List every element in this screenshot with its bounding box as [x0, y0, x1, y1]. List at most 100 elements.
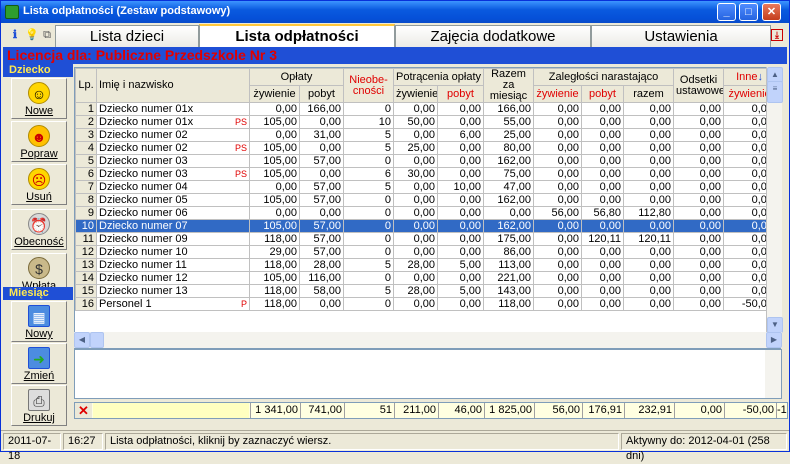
- total-cell: 741,00: [300, 403, 344, 418]
- row-cell: 6,00: [437, 128, 485, 142]
- header-zaleglosci-pobyt[interactable]: pobyt: [581, 85, 625, 103]
- row-cell: 0,00: [623, 102, 675, 116]
- header-lp[interactable]: Lp.: [75, 68, 97, 103]
- row-cell: 0,00: [623, 297, 675, 311]
- row-cell: 0,00: [673, 128, 725, 142]
- lightbulb-icon[interactable]: 💡: [25, 28, 39, 42]
- row-cell: 105,00: [249, 167, 300, 181]
- usun-button[interactable]: ☹ Usuń: [11, 164, 67, 205]
- header-odsetki[interactable]: Odsetki ustawowe: [673, 68, 725, 103]
- row-lp: 7: [75, 180, 97, 194]
- close-button[interactable]: ✕: [762, 3, 781, 21]
- zmien-button[interactable]: ➜ Zmień: [11, 343, 67, 384]
- row-name-text: Dziecko numer 12: [99, 271, 188, 284]
- clear-filter-icon[interactable]: ✕: [75, 403, 92, 418]
- horizontal-scrollbar[interactable]: ◀ ▶: [74, 332, 782, 348]
- row-cell: 0,00: [298, 167, 345, 181]
- row-cell: 0,00: [581, 115, 625, 129]
- nowy-button[interactable]: ▦ Nowy: [11, 301, 67, 342]
- row-name: Dziecko numer 03: [96, 154, 250, 168]
- minimize-button[interactable]: _: [717, 3, 736, 21]
- notes-scrollbar[interactable]: [765, 350, 781, 398]
- table-row[interactable]: 14 Dziecko numer 12 105,00 116,00 0 0,00 0,00 2…: [75, 271, 777, 285]
- row-cell: 0,00: [623, 128, 675, 142]
- pdf-icon[interactable]: ⤓: [771, 29, 783, 41]
- tab-lista-dzieci[interactable]: Lista dzieci: [55, 25, 199, 47]
- row-cell: 0,00: [298, 115, 345, 129]
- row-cell: 50,00: [393, 115, 439, 129]
- table-row[interactable]: 16 Personel 1 P 118,00 0,00 0 0,00 0,00 118,00 0,…: [75, 297, 777, 311]
- row-cell: 166,00: [483, 102, 535, 116]
- status-time: 16:27: [63, 433, 103, 450]
- table-row[interactable]: 8 Dziecko numer 05 105,00 57,00 0 0,00 0,00 162…: [75, 193, 777, 207]
- info-icon[interactable]: ℹ: [9, 28, 21, 42]
- row-cell: 0,00: [249, 128, 300, 142]
- hscroll-thumb[interactable]: [90, 332, 104, 348]
- header-zaleglosci-razem[interactable]: razem: [623, 85, 675, 103]
- copy-icon[interactable]: ⧉: [41, 28, 53, 42]
- scroll-left-icon[interactable]: ◀: [74, 332, 90, 348]
- total-cell: -50,00: [724, 403, 776, 418]
- table-row[interactable]: 4 Dziecko numer 02 PS 105,00 0,00 5 25,00 0,00 8…: [75, 141, 777, 155]
- row-cell: 0,00: [393, 128, 439, 142]
- row-name: Dziecko numer 03 PS: [96, 167, 250, 181]
- filter-field[interactable]: [93, 403, 249, 418]
- table-row[interactable]: 1 Dziecko numer 01x 0,00 166,00 0 0,00 0,00 166…: [75, 102, 777, 116]
- header-oplaty-zywienie[interactable]: żywienie: [249, 85, 300, 103]
- vertical-scrollbar[interactable]: ▲ ≡ ▼: [766, 67, 783, 333]
- tab-lista-odplatnosci[interactable]: Lista odpłatności: [199, 24, 395, 47]
- table-row[interactable]: 5 Dziecko numer 03 105,00 57,00 0 0,00 0,00 162…: [75, 154, 777, 168]
- row-cell: 0,00: [437, 102, 485, 116]
- header-razem-miesiac[interactable]: Razem za miesiąc: [483, 68, 535, 103]
- header-potracenia-zywienie[interactable]: żywienie: [393, 85, 439, 103]
- row-cell: 57,00: [298, 245, 345, 259]
- table-row[interactable]: 10 Dziecko numer 07 105,00 57,00 0 0,00 0,00 16…: [75, 219, 777, 233]
- table-row[interactable]: 6 Dziecko numer 03 PS 105,00 0,00 6 30,00 0,00 7…: [75, 167, 777, 181]
- table-row[interactable]: 11 Dziecko numer 09 118,00 57,00 0 0,00 0,00 17…: [75, 232, 777, 246]
- row-cell: 0,00: [623, 141, 675, 155]
- tab-ustawienia[interactable]: Ustawienia: [591, 25, 771, 47]
- row-cell: 0,00: [673, 115, 725, 129]
- row-cell: 10,00: [437, 180, 485, 194]
- status-date: 2011-07-18: [3, 433, 61, 462]
- table-row[interactable]: 2 Dziecko numer 01x PS 105,00 0,00 10 50,00 0,0…: [75, 115, 777, 129]
- row-cell: 105,00: [249, 271, 300, 285]
- row-name-text: Dziecko numer 01x: [99, 102, 194, 115]
- row-cell: 0,00: [533, 141, 583, 155]
- table-row[interactable]: 3 Dziecko numer 02 0,00 31,00 5 0,00 6,00 25,00…: [75, 128, 777, 142]
- drukuj-button[interactable]: ⎙ Drukuj: [11, 385, 67, 426]
- scroll-right-icon[interactable]: ▶: [766, 332, 782, 348]
- total-cell: 1 341,00: [250, 403, 300, 418]
- row-name-text: Dziecko numer 03: [99, 154, 188, 167]
- scroll-thumb[interactable]: ≡: [767, 81, 783, 103]
- header-nieobecnosci[interactable]: Nieobe-cności: [343, 68, 395, 103]
- header-oplaty-pobyt[interactable]: pobyt: [298, 85, 345, 103]
- popraw-button[interactable]: ☻ Popraw: [11, 121, 67, 162]
- header-name[interactable]: Imię i nazwisko: [96, 68, 250, 103]
- table-row[interactable]: 9 Dziecko numer 06 0,00 0,00 0 0,00 0,00 0,00 56…: [75, 206, 777, 220]
- nowe-button[interactable]: ☺ Nowe: [11, 78, 67, 119]
- row-cell: 0,00: [673, 167, 725, 181]
- row-cell: 0,00: [533, 271, 583, 285]
- row-cell: 0,00: [437, 206, 485, 220]
- table-row[interactable]: 7 Dziecko numer 04 0,00 57,00 5 0,00 10,00 47,0…: [75, 180, 777, 194]
- obecnosc-button[interactable]: ⏰ Obecność: [11, 209, 67, 250]
- row-cell: 0,00: [673, 271, 725, 285]
- table-row[interactable]: 15 Dziecko numer 13 118,00 58,00 5 28,00 5,00 1…: [75, 284, 777, 298]
- header-potracenia-pobyt[interactable]: pobyt: [437, 85, 485, 103]
- row-cell: 166,00: [298, 102, 345, 116]
- scroll-down-icon[interactable]: ▼: [767, 317, 783, 333]
- maximize-button[interactable]: □: [739, 3, 758, 21]
- row-cell: 0,00: [437, 297, 485, 311]
- table-row[interactable]: 12 Dziecko numer 10 29,00 57,00 0 0,00 0,00 86,…: [75, 245, 777, 259]
- row-cell: 0,00: [249, 206, 300, 220]
- tab-zajecia-dodatkowe[interactable]: Zajęcia dodatkowe: [395, 25, 591, 47]
- section-dziecko: Dziecko: [3, 64, 73, 77]
- row-cell: 0,00: [533, 258, 583, 272]
- header-zaleglosci-zywienie[interactable]: żywienie: [533, 85, 583, 103]
- row-cell: 0,00: [533, 284, 583, 298]
- notes-area[interactable]: [74, 349, 782, 399]
- table-row[interactable]: 13 Dziecko numer 11 118,00 28,00 5 28,00 5,00 1…: [75, 258, 777, 272]
- row-lp: 4: [75, 141, 97, 155]
- row-cell: 29,00: [249, 245, 300, 259]
